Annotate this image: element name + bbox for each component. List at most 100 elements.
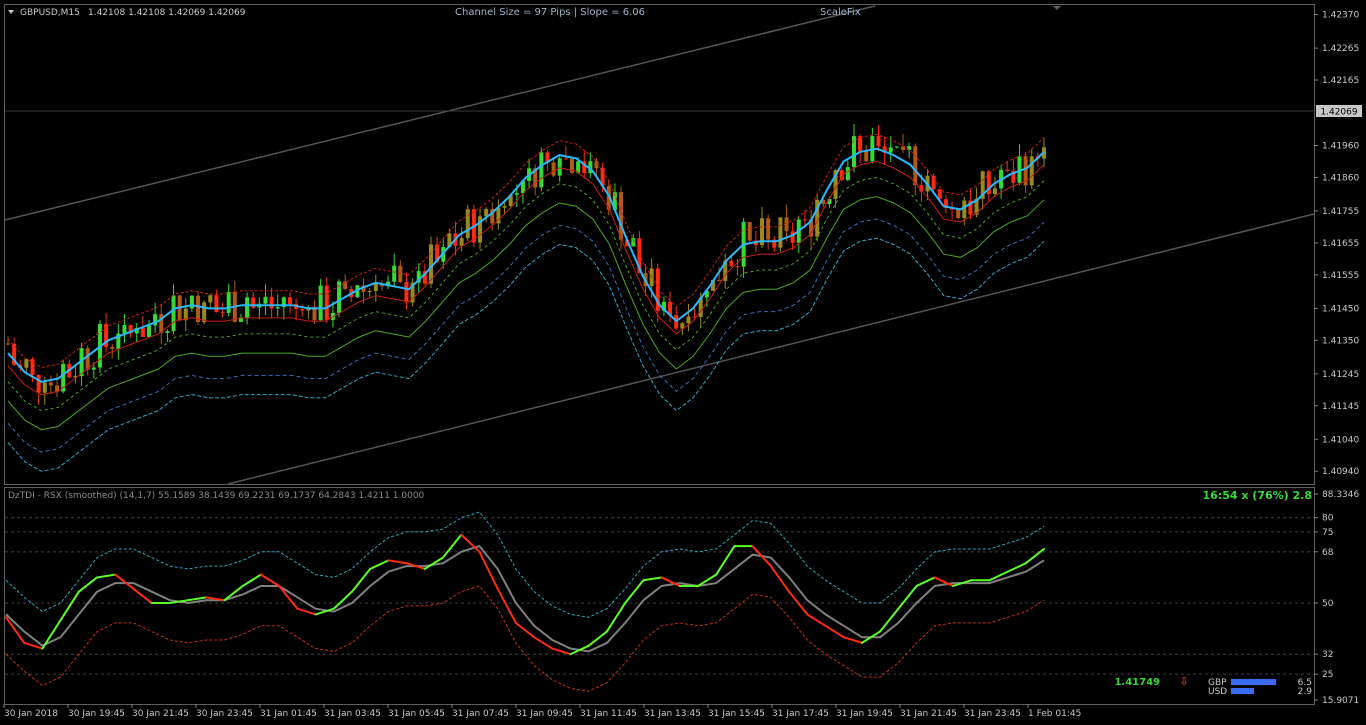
candle-body xyxy=(747,221,752,241)
candle-body xyxy=(165,331,170,333)
candle-body xyxy=(300,309,305,311)
channel-info-label: Channel Size = 97 Pips | Slope = 6.06 xyxy=(455,7,645,18)
time-tick-label: 31 Jan 09:45 xyxy=(516,709,573,719)
candle-body xyxy=(729,260,734,267)
indicator-tick-label: 50 xyxy=(1322,599,1334,609)
price-tick-label: 1.41655 xyxy=(1322,239,1359,249)
price-tick-label: 1.42370 xyxy=(1322,11,1359,21)
candle-body xyxy=(845,167,850,181)
price-tick-label: 1.41245 xyxy=(1322,370,1359,380)
candle-body xyxy=(85,348,90,370)
candle-body xyxy=(563,158,568,160)
time-tick-label: 31 Jan 01:45 xyxy=(260,709,317,719)
candle-body xyxy=(189,295,194,309)
price-tick-label: 1.41450 xyxy=(1322,304,1359,314)
indicator-tick-label: 75 xyxy=(1322,528,1333,538)
candle-body xyxy=(208,295,213,303)
candle-body xyxy=(287,297,292,304)
candle-body xyxy=(858,136,863,152)
candle-body xyxy=(398,265,403,283)
price-tick-label: 1.41040 xyxy=(1322,435,1359,445)
candle-body xyxy=(735,266,740,268)
candle-body xyxy=(392,265,397,282)
candle-body xyxy=(539,152,544,188)
candle-body xyxy=(122,325,127,334)
candle-body xyxy=(864,151,869,162)
price-tick-label: 1.41960 xyxy=(1322,142,1359,152)
candle-body xyxy=(48,382,53,386)
time-tick-label: 31 Jan 03:45 xyxy=(324,709,381,719)
candle-body xyxy=(802,219,807,221)
indicator-tick-label: 25 xyxy=(1322,670,1333,680)
candle-body xyxy=(551,162,556,176)
candle-body xyxy=(1005,169,1010,171)
usd-label: USD xyxy=(1208,687,1227,697)
candle-body xyxy=(324,285,329,320)
candle-body xyxy=(214,295,219,313)
symbol-label: GBPUSD,M15 xyxy=(20,8,80,18)
candle-body xyxy=(913,146,918,186)
indicator-title: DzTDI - RSX (smoothed) (14,1,7) 55.1589 … xyxy=(8,491,425,501)
candle-body xyxy=(146,325,151,337)
time-tick-label: 30 Jan 19:45 xyxy=(68,709,125,719)
candle-body xyxy=(343,281,348,289)
candle-body xyxy=(465,209,470,239)
usd-strength-bar xyxy=(1231,688,1254,694)
candle-body xyxy=(367,291,372,293)
indicator-tick-label: 80 xyxy=(1322,514,1334,524)
candle-body xyxy=(24,359,29,368)
time-tick-label: 31 Jan 07:45 xyxy=(452,709,509,719)
time-tick-label: 31 Jan 11:45 xyxy=(580,709,637,719)
price-tick-label: 1.41755 xyxy=(1322,207,1359,217)
candle-body xyxy=(245,297,250,318)
candle-body xyxy=(459,238,464,246)
candle-body xyxy=(717,279,722,281)
candle-body xyxy=(226,291,231,313)
price-tick-label: 1.42165 xyxy=(1322,76,1359,86)
time-tick-label: 31 Jan 17:45 xyxy=(772,709,829,719)
candle-body xyxy=(196,295,201,323)
candle-body xyxy=(263,296,268,304)
candle-body xyxy=(404,282,409,303)
time-tick-label: 31 Jan 23:45 xyxy=(964,709,1021,719)
candle-body xyxy=(784,217,789,232)
candle-body xyxy=(1029,156,1034,186)
current-price-label: 1.42069 xyxy=(1320,108,1357,118)
candle-body xyxy=(140,328,145,337)
candle-body xyxy=(557,158,562,176)
candle-body xyxy=(894,146,899,148)
candle-body xyxy=(36,374,41,393)
scalefix-label: ScaleFix xyxy=(820,7,861,18)
candle-body xyxy=(502,205,507,208)
time-tick-label: 30 Jan 23:45 xyxy=(196,709,253,719)
candle-body xyxy=(110,346,115,349)
ohlc-label: 1.42108 1.42108 1.42069 1.42069 xyxy=(88,8,246,18)
time-tick-label: 31 Jan 19:45 xyxy=(836,709,893,719)
candle-body xyxy=(790,231,795,243)
candle-body xyxy=(962,200,967,219)
candle-body xyxy=(42,382,47,393)
indicator-tick-label: 88.3346 xyxy=(1322,490,1359,500)
candle-body xyxy=(956,209,961,219)
time-tick-label: 31 Jan 15:45 xyxy=(708,709,765,719)
price-tick-label: 1.41860 xyxy=(1322,173,1359,183)
time-tick-label: 31 Jan 05:45 xyxy=(388,709,445,719)
candle-body xyxy=(220,312,225,314)
time-tick-label: 30 Jan 2018 xyxy=(4,709,58,719)
candle-body xyxy=(275,307,280,309)
trading-chart[interactable]: 1.42370 1.42265 1.42165 1.41960 1.41860 1.417… xyxy=(0,0,1366,725)
time-tick-label: 30 Jan 21:45 xyxy=(132,709,189,719)
candle-body xyxy=(91,367,96,370)
indicator-tick-label: 15.9071 xyxy=(1322,696,1359,706)
price-tick-label: 1.42265 xyxy=(1322,44,1359,54)
candle-body xyxy=(876,136,881,147)
candle-body xyxy=(373,283,378,292)
candle-body xyxy=(6,343,10,345)
candle-body xyxy=(888,147,893,153)
indicator-tick-label: 68 xyxy=(1322,548,1334,558)
candle-body xyxy=(619,192,624,240)
time-tick-label: 31 Jan 13:45 xyxy=(644,709,701,719)
candle-body xyxy=(514,193,519,195)
usd-value: 2.9 xyxy=(1298,687,1313,697)
candle-body xyxy=(778,217,783,248)
